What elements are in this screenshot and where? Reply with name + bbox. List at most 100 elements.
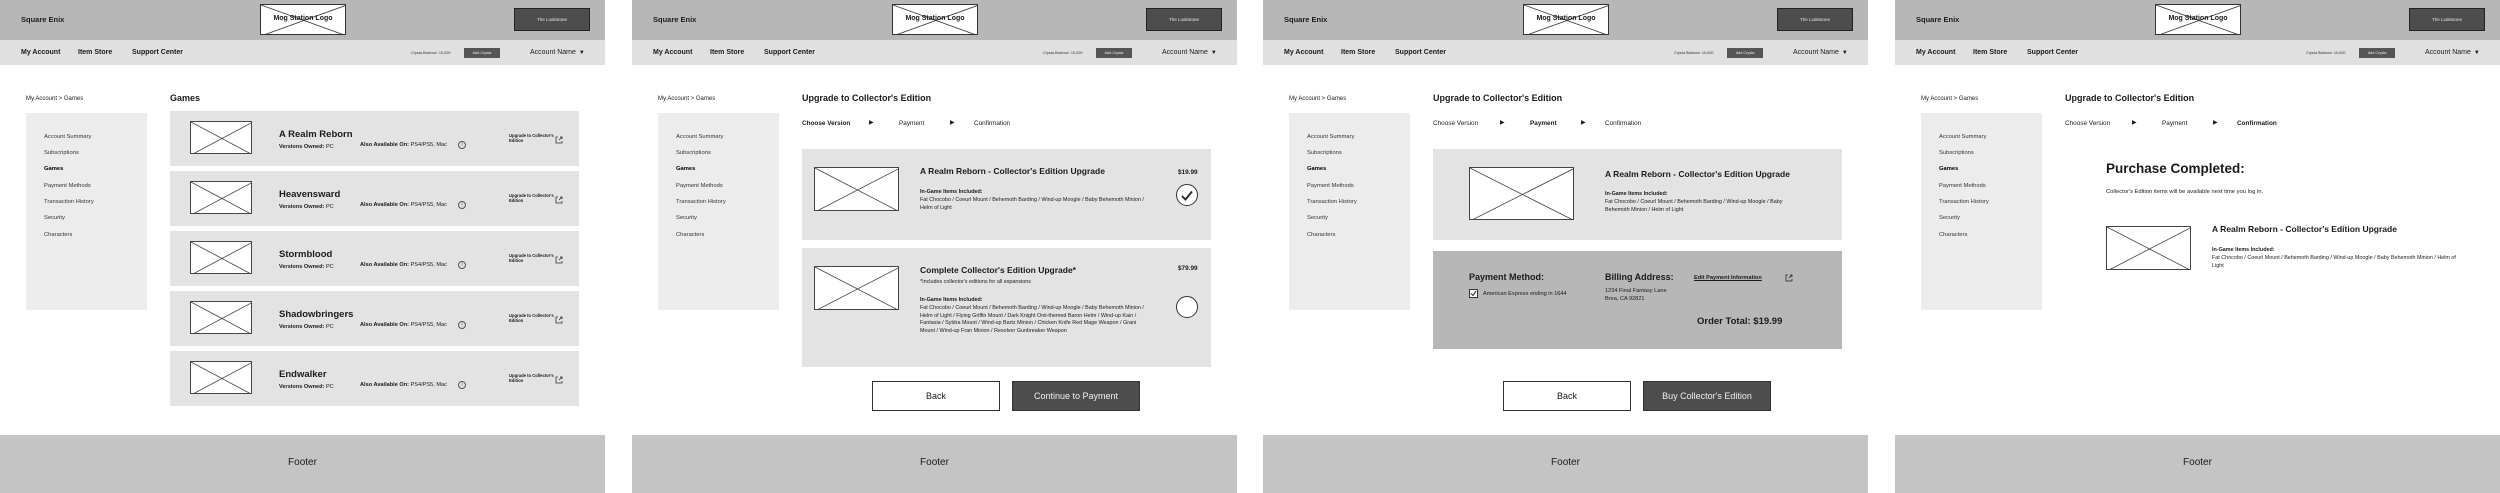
upgrade-link[interactable]: Upgrade to Collector's Edition (509, 133, 555, 144)
option-radio[interactable] (1176, 296, 1198, 318)
upgrade-option-card[interactable]: Complete Collector's Edition Upgrade* *I… (802, 248, 1211, 367)
back-button[interactable]: Back (1503, 381, 1631, 411)
breadcrumb[interactable]: My Account > Games (658, 96, 715, 102)
sidebar-item-characters[interactable]: Characters (1307, 232, 1335, 238)
nav-item-store[interactable]: Item Store (1973, 49, 2007, 56)
sidebar-item-subscriptions[interactable]: Subscriptions (676, 150, 711, 156)
sidebar-item-account-summary[interactable]: Account Summary (1939, 134, 1986, 140)
info-icon[interactable]: i (458, 381, 466, 389)
sidebar-item-security[interactable]: Security (44, 215, 65, 221)
sidebar-item-payment-methods[interactable]: Payment Methods (1307, 183, 1354, 189)
sidebar-item-games[interactable]: Games (1939, 166, 1958, 172)
sidebar-item-transaction-history[interactable]: Transaction History (1307, 199, 1357, 205)
brand-name[interactable]: Square Enix (1916, 15, 1959, 24)
sidebar-item-transaction-history[interactable]: Transaction History (676, 199, 726, 205)
sidebar-item-account-summary[interactable]: Account Summary (676, 134, 723, 140)
sidebar-item-characters[interactable]: Characters (676, 232, 704, 238)
upgrade-option-card[interactable]: A Realm Reborn - Collector's Edition Upg… (802, 149, 1211, 240)
selected-item-card: A Realm Reborn - Collector's Edition Upg… (1433, 149, 1842, 240)
info-icon[interactable]: i (458, 261, 466, 269)
lodestone-button[interactable]: The Lodestone (1146, 8, 1222, 31)
upgrade-link[interactable]: Upgrade to Collector's Edition (509, 193, 555, 204)
buy-collectors-edition-button[interactable]: Buy Collector's Edition (1643, 381, 1771, 411)
info-icon[interactable]: i (458, 201, 466, 209)
external-link-icon[interactable] (1785, 274, 1793, 282)
sidebar-item-security[interactable]: Security (1939, 215, 1960, 221)
breadcrumb[interactable]: My Account > Games (1921, 96, 1978, 102)
versions-owned-label: Versions Owned: (279, 144, 325, 150)
sidebar-item-games[interactable]: Games (44, 166, 63, 172)
back-button[interactable]: Back (872, 381, 1000, 411)
mog-station-logo[interactable]: Mog Station Logo (892, 4, 978, 35)
mog-station-logo[interactable]: Mog Station Logo (260, 4, 346, 35)
edit-payment-link[interactable]: Edit Payment Information (1694, 275, 1762, 281)
sidebar-item-transaction-history[interactable]: Transaction History (44, 199, 94, 205)
external-link-icon[interactable] (555, 196, 563, 204)
sidebar-item-account-summary[interactable]: Account Summary (44, 134, 91, 140)
brand-name[interactable]: Square Enix (653, 15, 696, 24)
nav-support-center[interactable]: Support Center (2027, 49, 2078, 56)
sidebar-item-payment-methods[interactable]: Payment Methods (1939, 183, 1986, 189)
sidebar-item-games[interactable]: Games (676, 166, 695, 172)
sidebar-item-transaction-history[interactable]: Transaction History (1939, 199, 1989, 205)
frame-games: Square Enix Mog Station Logo The Lodesto… (0, 0, 605, 493)
breadcrumb[interactable]: My Account > Games (26, 96, 83, 102)
upgrade-link[interactable]: Upgrade to Collector's Edition (509, 313, 555, 324)
sidebar-item-account-summary[interactable]: Account Summary (1307, 134, 1354, 140)
checkmark-icon (1181, 190, 1193, 201)
add-crysta-button[interactable]: Add Crysta (1096, 48, 1132, 58)
sidebar-item-payment-methods[interactable]: Payment Methods (676, 183, 723, 189)
brand-name[interactable]: Square Enix (21, 15, 64, 24)
lodestone-button[interactable]: The Lodestone (514, 8, 590, 31)
sidebar-item-subscriptions[interactable]: Subscriptions (1939, 150, 1974, 156)
add-crysta-button[interactable]: Add Crysta (464, 48, 500, 58)
account-menu[interactable]: Account Name ▼ (2425, 49, 2480, 56)
sidebar-item-subscriptions[interactable]: Subscriptions (44, 150, 79, 156)
nav-my-account[interactable]: My Account (1284, 49, 1323, 56)
account-menu[interactable]: Account Name ▼ (1162, 49, 1217, 56)
sidebar-item-characters[interactable]: Characters (44, 232, 72, 238)
logo-label: Mog Station Logo (273, 15, 333, 22)
nav-support-center[interactable]: Support Center (764, 49, 815, 56)
brand-name[interactable]: Square Enix (1284, 15, 1327, 24)
add-crysta-button[interactable]: Add Crysta (2359, 48, 2395, 58)
mog-station-logo[interactable]: Mog Station Logo (1523, 4, 1609, 35)
lodestone-button[interactable]: The Lodestone (1777, 8, 1853, 31)
info-icon[interactable]: i (458, 141, 466, 149)
crysta-balance: Crysta Balance: 10,000 (2306, 51, 2346, 55)
nav-support-center[interactable]: Support Center (1395, 49, 1446, 56)
upgrade-link[interactable]: Upgrade to Collector's Edition (509, 373, 555, 384)
sidebar-item-security[interactable]: Security (1307, 215, 1328, 221)
external-link-icon[interactable] (555, 316, 563, 324)
nav-item-store[interactable]: Item Store (1341, 49, 1375, 56)
wireframe-stage: Square Enix Mog Station Logo The Lodesto… (0, 0, 2500, 493)
nav-support-center[interactable]: Support Center (132, 49, 183, 56)
payment-method-checkbox[interactable] (1469, 289, 1478, 298)
external-link-icon[interactable] (555, 256, 563, 264)
nav-my-account[interactable]: My Account (21, 49, 60, 56)
option-radio-selected[interactable] (1176, 184, 1198, 206)
info-icon[interactable]: i (458, 321, 466, 329)
nav-my-account[interactable]: My Account (1916, 49, 1955, 56)
nav-my-account[interactable]: My Account (653, 49, 692, 56)
lodestone-button[interactable]: The Lodestone (2409, 8, 2485, 31)
external-link-icon[interactable] (555, 136, 563, 144)
add-crysta-button[interactable]: Add Crysta (1727, 48, 1763, 58)
sidebar-item-subscriptions[interactable]: Subscriptions (1307, 150, 1342, 156)
external-link-icon[interactable] (555, 376, 563, 384)
logo-label: Mog Station Logo (905, 15, 965, 22)
mog-station-logo[interactable]: Mog Station Logo (2155, 4, 2241, 35)
billing-address-title: Billing Address: (1605, 272, 1674, 282)
sidebar-item-characters[interactable]: Characters (1939, 232, 1967, 238)
nav-item-store[interactable]: Item Store (710, 49, 744, 56)
also-available-label: Also Available On: (360, 262, 410, 268)
upgrade-link[interactable]: Upgrade to Collector's Edition (509, 253, 555, 264)
sidebar-item-payment-methods[interactable]: Payment Methods (44, 183, 91, 189)
account-menu[interactable]: Account Name ▼ (530, 49, 585, 56)
breadcrumb[interactable]: My Account > Games (1289, 96, 1346, 102)
sidebar-item-security[interactable]: Security (676, 215, 697, 221)
sidebar-item-games[interactable]: Games (1307, 166, 1326, 172)
nav-item-store[interactable]: Item Store (78, 49, 112, 56)
continue-to-payment-button[interactable]: Continue to Payment (1012, 381, 1140, 411)
account-menu[interactable]: Account Name ▼ (1793, 49, 1848, 56)
